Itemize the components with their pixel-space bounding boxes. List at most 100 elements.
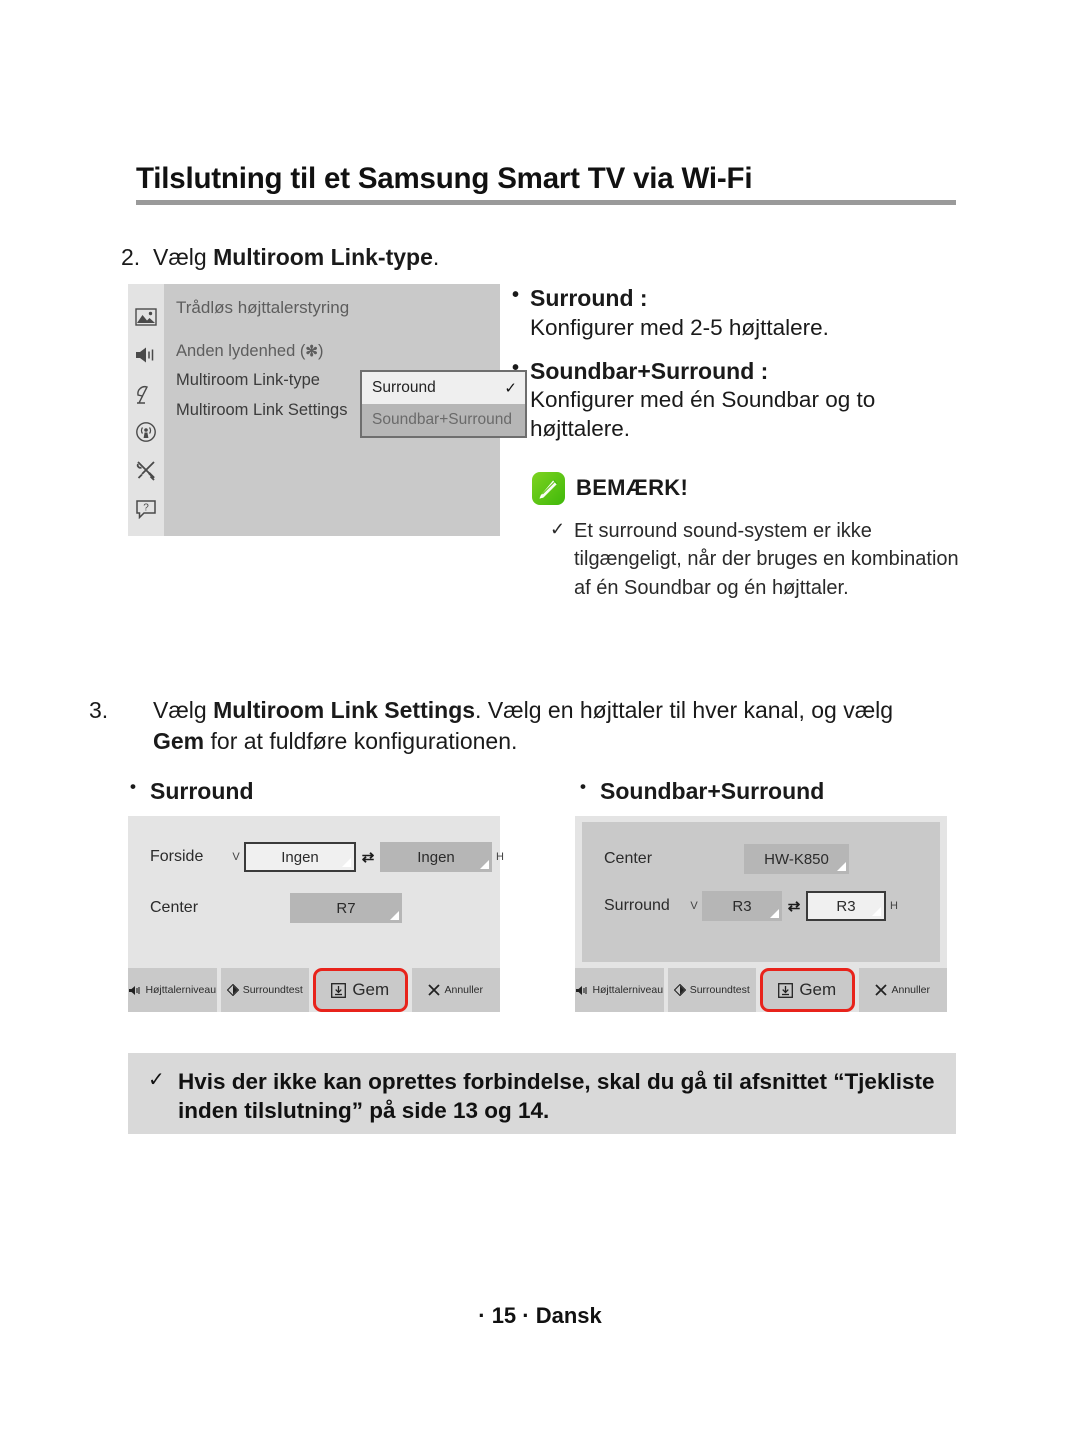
surround-test-label: Surroundtest — [242, 984, 303, 996]
step-3-bold-gem: Gem — [153, 727, 205, 754]
network-icon[interactable] — [134, 421, 158, 443]
save-icon — [778, 982, 794, 998]
broadcasting-icon[interactable] — [134, 383, 158, 405]
row-center-sb: Center HW-K850 — [604, 844, 849, 874]
surround-right-value: R3 — [836, 897, 856, 915]
cancel-label: Annuller — [444, 984, 484, 996]
dropdown-option-surround[interactable]: Surround ✓ — [362, 372, 525, 404]
page-title: Tilslutning til et Samsung Smart TV via … — [136, 162, 753, 195]
tip-box: ✓ Hvis der ikke kan oprettes forbindelse… — [128, 1053, 956, 1134]
note-title: BEMÆRK! — [576, 475, 689, 501]
cancel-x-icon — [428, 984, 441, 996]
step-2-instruction: 2. Vælg Multiroom Link-type. — [121, 243, 439, 272]
tv-menu-title: Trådløs højttalerstyring — [176, 298, 350, 317]
center-sb-select[interactable]: HW-K850 — [744, 844, 849, 874]
save-icon — [331, 982, 347, 998]
tip-message: Hvis der ikke kan oprettes forbindelse, … — [178, 1069, 935, 1124]
option-soundbar-surround-heading: Soundbar+Surround : — [512, 356, 962, 386]
note-item: ✓ Et surround sound-system er ikke tilgæ… — [532, 517, 962, 602]
row-forside: Forside V Ingen ⇄ Ingen H — [150, 842, 508, 872]
page-header: Tilslutning til et Samsung Smart TV via … — [136, 162, 956, 206]
center-select[interactable]: R7 — [290, 893, 402, 923]
tv-menu-row-anden-lydenhed[interactable]: Anden lydenhed (✻) — [176, 340, 500, 362]
swap-icon[interactable]: ⇄ — [782, 897, 806, 915]
step-3-text-before: Vælg — [153, 697, 214, 723]
row-center-sb-label: Center — [604, 850, 653, 867]
note-item-text: Et surround sound-system er ikke tilgæng… — [574, 519, 959, 599]
page-footer: · 15 · Dansk — [478, 1303, 602, 1328]
forside-right-select[interactable]: Ingen — [380, 842, 492, 872]
tv-menu-sidebar: ? — [128, 284, 164, 536]
check-icon: ✓ — [148, 1069, 165, 1091]
bluetooth-icon: ✻ — [305, 343, 318, 360]
surround-settings-panel: Forside V Ingen ⇄ Ingen H Center R7 Højt… — [128, 816, 504, 1012]
save-button[interactable]: Gem — [760, 968, 855, 1012]
step-2-bold-term: Multiroom Link-type — [213, 244, 433, 270]
row-surround-sb: Surround V R3 ⇄ R3 H — [604, 891, 902, 921]
surround-test-icon — [673, 984, 686, 996]
swap-icon[interactable]: ⇄ — [356, 848, 380, 866]
speaker-level-label: Højttalerniveau — [145, 984, 217, 996]
forside-right-value: Ingen — [417, 848, 455, 866]
save-label: Gem — [352, 980, 390, 999]
row-surround-right-marker: H — [890, 900, 898, 912]
cancel-label: Annuller — [891, 984, 931, 996]
speaker-level-icon — [575, 985, 588, 996]
surround-panel-buttons: Højttalerniveau Surroundtest Gem Annulle… — [128, 968, 500, 1012]
row-center-label: Center — [150, 899, 199, 916]
dropdown-option-label: Surround — [372, 379, 436, 396]
soundbar-panel-buttons: Højttalerniveau Surroundtest Gem Annulle… — [575, 968, 947, 1012]
center-sb-value: HW-K850 — [764, 850, 829, 868]
tip-text: ✓ Hvis der ikke kan oprettes forbindelse… — [148, 1067, 936, 1126]
speaker-level-icon — [128, 985, 141, 996]
speaker-level-button[interactable]: Højttalerniveau — [575, 968, 664, 1012]
surround-test-label: Surroundtest — [689, 984, 750, 996]
cancel-button[interactable]: Annuller — [858, 968, 947, 1012]
cancel-x-icon — [875, 984, 888, 996]
row-forside-right-marker: H — [496, 851, 504, 863]
dropdown-option-soundbar-surround[interactable]: Soundbar+Surround — [362, 404, 525, 436]
forside-left-select[interactable]: Ingen — [244, 842, 356, 872]
cancel-button[interactable]: Annuller — [411, 968, 500, 1012]
step-3-number: 3. — [89, 697, 109, 723]
row-forside-left-marker: V — [232, 851, 240, 863]
step-2-number: 2. — [121, 244, 141, 270]
row-forside-label: Forside — [150, 848, 204, 865]
surround-right-select[interactable]: R3 — [806, 891, 886, 921]
surround-left-select[interactable]: R3 — [702, 891, 782, 921]
note-pencil-icon — [532, 471, 565, 505]
save-button[interactable]: Gem — [313, 968, 408, 1012]
subheading-surround: Surround — [130, 777, 253, 805]
support-icon[interactable]: ? — [134, 498, 158, 520]
option-soundbar-surround-description: Konfigurer med én Soundbar og to højttal… — [530, 387, 876, 442]
tv-menu-row-close: ) — [317, 342, 324, 360]
speaker-level-button[interactable]: Højttalerniveau — [128, 968, 217, 1012]
center-value: R7 — [336, 899, 356, 917]
manual-page: Tilslutning til et Samsung Smart TV via … — [0, 0, 1080, 1451]
note-block: BEMÆRK! ✓ Et surround sound-system er ik… — [512, 471, 962, 602]
check-icon: ✓ — [550, 518, 566, 539]
soundbar-surround-settings-panel: Center HW-K850 Surround V R3 ⇄ R3 H Højt… — [575, 816, 947, 1012]
tv-menu-screenshot: ? Trådløs højttalerstyring Anden lydenhe… — [128, 284, 527, 536]
step-2-text-before: Vælg — [153, 244, 214, 270]
row-surround-sb-label: Surround — [604, 897, 670, 914]
system-tools-icon[interactable] — [134, 459, 158, 482]
soundbar-surround-settings-body: Center HW-K850 Surround V R3 ⇄ R3 H — [582, 822, 940, 962]
save-label: Gem — [799, 980, 837, 999]
tv-menu-row-label: Anden lydenhed ( — [176, 342, 306, 360]
sound-icon[interactable] — [134, 344, 158, 366]
step-3-text-after: . Vælg en højttaler til hver kanal, og v… — [475, 697, 894, 723]
tv-menu-body: Trådløs højttalerstyring Anden lydenhed … — [164, 284, 527, 536]
surround-test-button[interactable]: Surroundtest — [667, 968, 756, 1012]
speaker-level-label: Højttalerniveau — [592, 984, 664, 996]
row-center: Center R7 — [150, 893, 402, 923]
picture-icon[interactable] — [134, 306, 158, 328]
multiroom-link-type-dropdown[interactable]: Surround ✓ Soundbar+Surround — [360, 370, 527, 438]
step-3-line2-text: for at fuldføre konfigurationen. — [204, 727, 518, 754]
surround-test-icon — [226, 984, 239, 996]
surround-test-button[interactable]: Surroundtest — [220, 968, 309, 1012]
step-2-text-after: . — [432, 244, 440, 270]
surround-left-value: R3 — [732, 897, 752, 915]
step-3-bold-term: Multiroom Link Settings — [213, 697, 476, 723]
option-descriptions: Surround : Konfigurer med 2-5 højttalere… — [512, 283, 962, 602]
